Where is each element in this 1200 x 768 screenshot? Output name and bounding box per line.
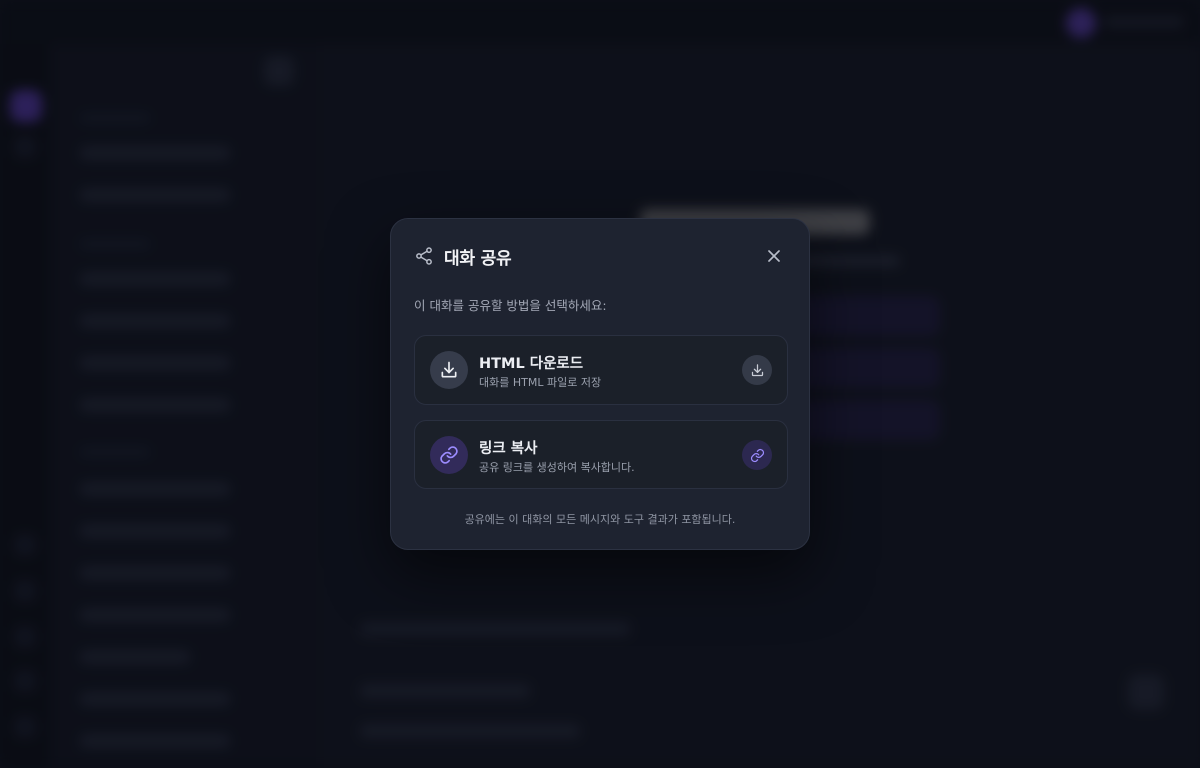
download-icon [751,363,763,376]
option-title: 링크 복사 [479,441,538,457]
download-button[interactable] [742,355,772,385]
share-dialog: 대화 공유 이 대화를 공유할 방법을 선택하세요: HTML 다운로드 대화를… [390,218,810,550]
download-icon [430,351,468,389]
link-icon [430,436,468,474]
link-icon [750,448,764,462]
dialog-header: 대화 공유 [414,243,786,269]
option-title: HTML 다운로드 [479,356,584,372]
option-subtitle: 공유 링크를 생성하여 복사합니다. [479,461,635,474]
dialog-description: 이 대화를 공유할 방법을 선택하세요: [414,298,607,313]
copy-link-button[interactable] [742,440,772,470]
share-icon [414,246,434,266]
close-icon [768,250,780,262]
option-subtitle: 대화를 HTML 파일로 저장 [479,376,602,389]
dialog-title: 대화 공유 [444,248,512,269]
dialog-footer-note: 공유에는 이 대화의 모든 메시지와 도구 결과가 포함됩니다. [464,513,736,526]
copy-link-option[interactable]: 링크 복사 공유 링크를 생성하여 복사합니다. [414,420,788,489]
html-download-option[interactable]: HTML 다운로드 대화를 HTML 파일로 저장 [414,335,788,405]
close-button[interactable] [762,244,786,268]
